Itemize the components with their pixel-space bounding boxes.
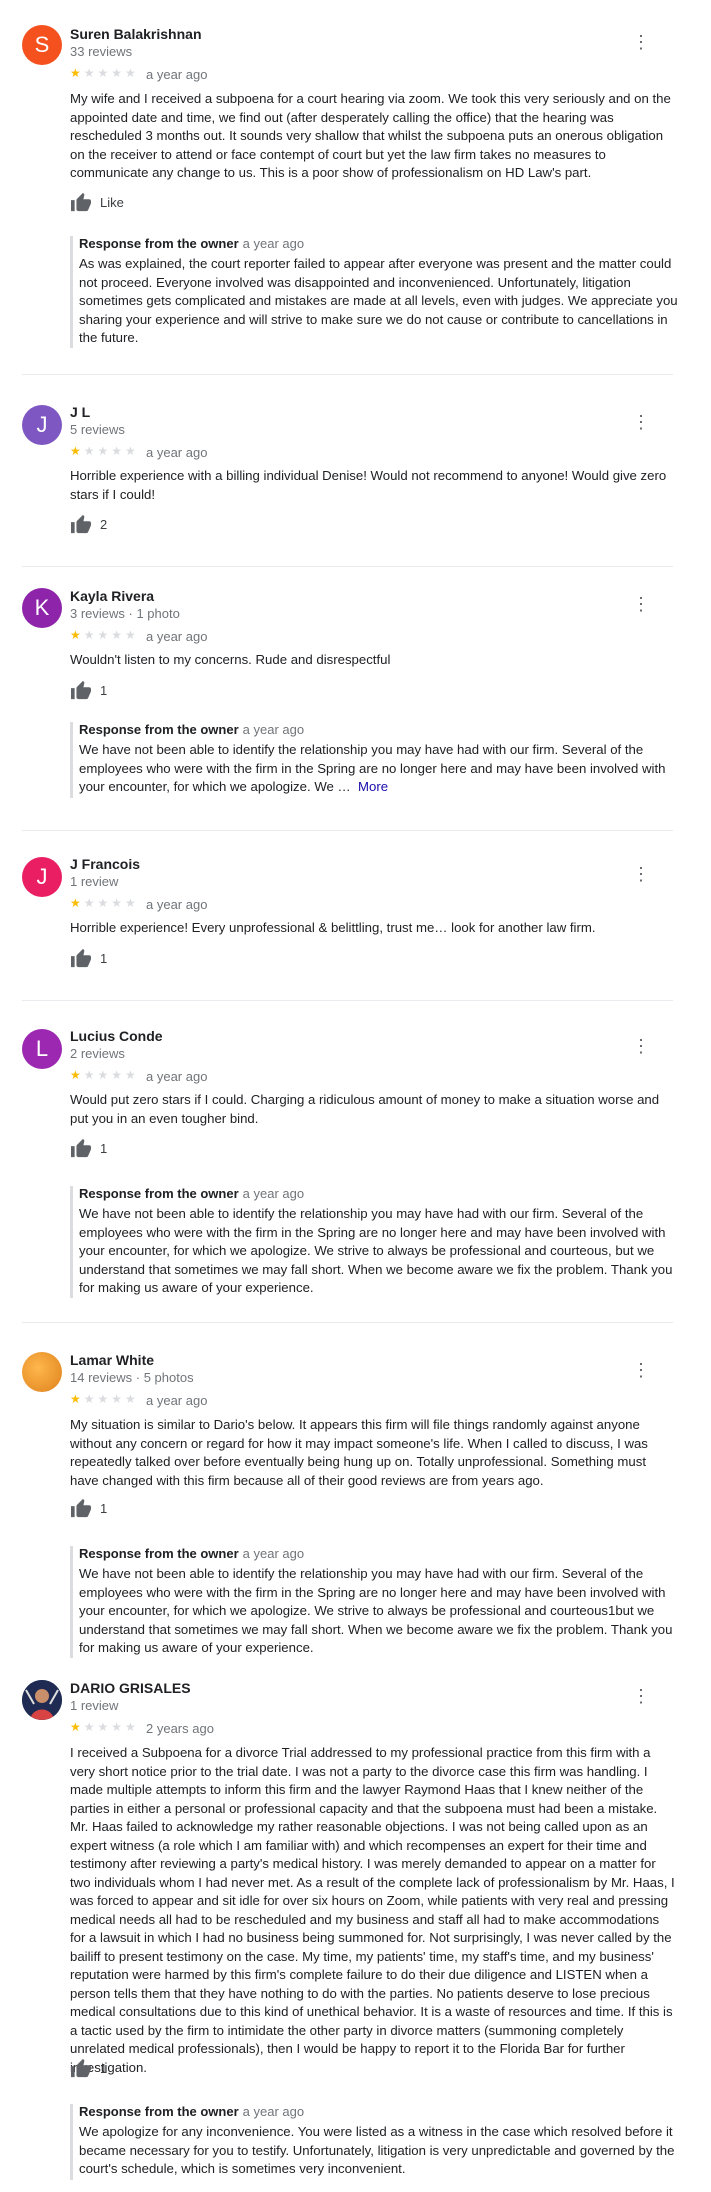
thumbs-up-icon — [71, 2058, 91, 2078]
star-rating: ★★★★★ — [70, 1720, 139, 1734]
divider — [22, 566, 673, 567]
avatar[interactable]: J — [22, 405, 62, 445]
star-icon: ★★★★ — [83, 628, 139, 642]
review-text: Wouldn't listen to my concerns. Rude and… — [70, 652, 391, 667]
star-icon: ★★★★ — [83, 1068, 139, 1082]
star-rating: ★★★★★ — [70, 66, 139, 80]
star-icon: ★★★★ — [83, 66, 139, 80]
star-icon: ★ — [70, 444, 84, 458]
reviewer-meta: 14 reviews · 5 photos — [70, 1370, 194, 1385]
star-icon: ★ — [70, 66, 84, 80]
review-text: My situation is similar to Dario's below… — [70, 1417, 648, 1488]
like-label: 2 — [100, 517, 108, 532]
owner-response: Response from the owner a year ago We apo… — [70, 2104, 679, 2180]
reviewer-meta: 1 review — [70, 1698, 119, 1713]
more-link[interactable]: More — [358, 779, 388, 794]
review-text: My wife and I received a subpoena for a … — [70, 91, 671, 180]
more-options-icon[interactable]: ⋮ — [632, 1034, 650, 1058]
divider — [22, 830, 673, 831]
more-options-icon[interactable]: ⋮ — [632, 1358, 650, 1382]
review-text: I received a Subpoena for a divorce Tria… — [70, 1745, 675, 2075]
reviewer-name[interactable]: Kayla Rivera — [70, 588, 154, 604]
star-icon: ★★★★ — [83, 1392, 139, 1406]
more-options-icon[interactable]: ⋮ — [632, 410, 650, 434]
thumbs-up-icon — [71, 192, 91, 212]
review-date: a year ago — [146, 1069, 208, 1084]
star-icon: ★★★★ — [83, 444, 139, 458]
star-rating: ★★★★★ — [70, 896, 139, 910]
star-icon: ★★★★ — [83, 896, 139, 910]
like-label: 1 — [100, 683, 108, 698]
response-header: Response from the owner a year ago — [79, 1546, 305, 1561]
star-icon: ★ — [70, 1720, 84, 1734]
reviewer-meta: 33 reviews — [70, 44, 133, 59]
reviewer-name[interactable]: DARIO GRISALES — [70, 1680, 191, 1696]
review-date: a year ago — [146, 629, 208, 644]
star-icon: ★ — [70, 896, 84, 910]
response-header: Response from the owner a year ago — [79, 722, 305, 737]
more-options-icon[interactable]: ⋮ — [632, 862, 650, 886]
review-date: a year ago — [146, 1393, 208, 1408]
star-icon: ★★★★ — [83, 1720, 139, 1734]
review-date: a year ago — [146, 897, 208, 912]
more-options-icon[interactable]: ⋮ — [632, 1684, 650, 1708]
review-text: Would put zero stars if I could. Chargin… — [70, 1092, 660, 1126]
response-header: Response from the owner a year ago — [79, 2104, 305, 2119]
thumbs-up-icon — [71, 1498, 91, 1518]
response-text: As was explained, the court reporter fai… — [79, 256, 678, 345]
reviewer-meta: 2 reviews — [70, 1046, 125, 1061]
avatar[interactable]: L — [22, 1029, 62, 1069]
response-text: We have not been able to identify the re… — [79, 1566, 673, 1655]
like-label: 1 — [100, 1501, 108, 1516]
thumbs-up-icon — [71, 514, 91, 534]
avatar[interactable]: J — [22, 857, 62, 897]
owner-response: Response from the owner a year ago We hav… — [70, 1546, 679, 1658]
avatar[interactable] — [22, 1680, 62, 1720]
star-rating: ★★★★★ — [70, 1068, 139, 1082]
response-header: Response from the owner a year ago — [79, 1186, 305, 1201]
response-text: We have not been able to identify the re… — [79, 1206, 673, 1295]
reviewer-meta: 5 reviews — [70, 422, 125, 437]
star-rating: ★★★★★ — [70, 444, 139, 458]
reviewer-name[interactable]: J Francois — [70, 856, 140, 872]
star-icon: ★ — [70, 1068, 84, 1082]
star-rating: ★★★★★ — [70, 1392, 139, 1406]
more-options-icon[interactable]: ⋮ — [632, 592, 650, 616]
reviewer-name[interactable]: Lucius Conde — [70, 1028, 163, 1044]
star-icon: ★ — [70, 628, 84, 642]
owner-response: Response from the owner a year ago We hav… — [70, 1186, 679, 1298]
review-text: Horrible experience with a billing indiv… — [70, 468, 667, 502]
star-icon: ★ — [70, 1392, 84, 1406]
like-label: Like — [100, 195, 124, 210]
divider — [22, 1000, 673, 1001]
thumbs-up-icon — [71, 680, 91, 700]
more-options-icon[interactable]: ⋮ — [632, 30, 650, 54]
response-text: We have not been able to identify the re… — [79, 742, 666, 794]
response-header: Response from the owner a year ago — [79, 236, 305, 251]
like-label: 1 — [100, 1141, 108, 1156]
reviewer-name[interactable]: Suren Balakrishnan — [70, 26, 202, 42]
avatar[interactable]: K — [22, 588, 62, 628]
reviewer-meta: 3 reviews · 1 photo — [70, 606, 180, 621]
divider — [22, 1322, 673, 1323]
avatar[interactable] — [22, 1352, 62, 1392]
thumbs-up-icon — [71, 948, 91, 968]
star-rating: ★★★★★ — [70, 628, 139, 642]
like-label: 1 — [100, 2061, 108, 2076]
review-date: a year ago — [146, 445, 208, 460]
reviewer-name[interactable]: J L — [70, 404, 90, 420]
response-text: We apologize for any inconvenience. You … — [79, 2124, 675, 2176]
like-label: 1 — [100, 951, 108, 966]
avatar[interactable]: S — [22, 25, 62, 65]
divider — [22, 374, 673, 375]
owner-response: Response from the owner a year ago As was… — [70, 236, 679, 348]
reviewer-name[interactable]: Lamar White — [70, 1352, 154, 1368]
owner-response: Response from the owner a year ago We hav… — [70, 722, 679, 798]
reviewer-meta: 1 review — [70, 874, 119, 889]
review-date: a year ago — [146, 67, 208, 82]
review-text: Horrible experience! Every unprofessiona… — [70, 920, 596, 935]
thumbs-up-icon — [71, 1138, 91, 1158]
review-date: 2 years ago — [146, 1721, 214, 1736]
